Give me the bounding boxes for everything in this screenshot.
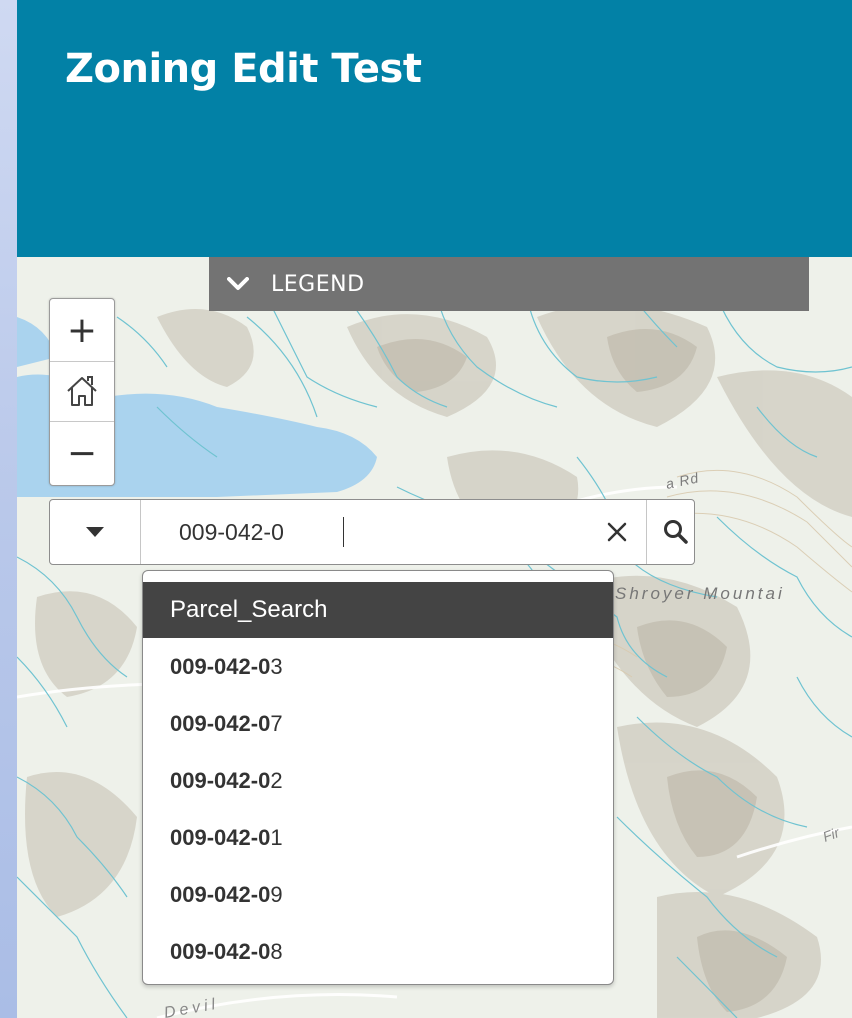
suggestion-rest-text: 8 bbox=[270, 938, 283, 964]
clear-search-button[interactable] bbox=[588, 500, 646, 564]
plus-icon: + bbox=[66, 309, 98, 351]
zoom-out-button[interactable]: − bbox=[50, 422, 114, 484]
home-icon bbox=[67, 376, 97, 406]
suggestion-item[interactable]: 009-042-0 9 bbox=[143, 866, 613, 923]
close-icon bbox=[607, 522, 627, 542]
suggestion-list: 009-042-0 3 009-042-0 7 009-042-0 2 009-042… bbox=[143, 638, 613, 980]
zoom-in-button[interactable]: + bbox=[50, 299, 114, 362]
app-header: Zoning Edit Test bbox=[17, 0, 852, 257]
suggestion-match-text: 009-042-0 bbox=[170, 824, 271, 850]
suggestion-rest-text: 1 bbox=[270, 824, 283, 850]
search-icon bbox=[664, 520, 688, 544]
suggestion-rest-text: 2 bbox=[270, 767, 283, 793]
source-dropdown-button[interactable] bbox=[50, 500, 141, 564]
zoom-controls: + − bbox=[49, 298, 115, 486]
suggestion-item[interactable]: 009-042-0 3 bbox=[143, 638, 613, 695]
suggestion-rest-text: 7 bbox=[270, 710, 283, 736]
text-cursor bbox=[343, 517, 344, 547]
search-widget bbox=[49, 499, 695, 565]
search-button[interactable] bbox=[646, 500, 705, 564]
map-label-mountain: Shroyer Mountai bbox=[615, 584, 785, 603]
suggestion-rest-text: 3 bbox=[270, 653, 283, 679]
legend-label: LEGEND bbox=[271, 271, 365, 297]
search-input[interactable] bbox=[141, 500, 581, 564]
chevron-down-icon bbox=[227, 277, 249, 290]
home-button[interactable] bbox=[50, 361, 114, 422]
suggestion-match-text: 009-042-0 bbox=[170, 767, 271, 793]
suggestion-item[interactable]: 009-042-0 2 bbox=[143, 752, 613, 809]
caret-down-icon bbox=[86, 527, 104, 537]
suggestion-match-text: 009-042-0 bbox=[170, 938, 271, 964]
legend-toggle[interactable]: LEGEND bbox=[209, 257, 809, 311]
minus-icon: − bbox=[66, 432, 98, 474]
app-title: Zoning Edit Test bbox=[65, 46, 422, 92]
app-frame: Zoning Edit Test a Rd Shroyer Mountai Fi… bbox=[17, 0, 852, 1018]
suggestion-group-header: Parcel_Search bbox=[143, 582, 613, 638]
suggestion-match-text: 009-042-0 bbox=[170, 710, 271, 736]
suggestions-menu: Parcel_Search 009-042-0 3 009-042-0 7 009-… bbox=[142, 570, 614, 985]
suggestion-match-text: 009-042-0 bbox=[170, 653, 271, 679]
suggestion-rest-text: 9 bbox=[270, 881, 283, 907]
suggestion-item[interactable]: 009-042-0 7 bbox=[143, 695, 613, 752]
suggestion-item[interactable]: 009-042-0 8 bbox=[143, 923, 613, 980]
suggestion-match-text: 009-042-0 bbox=[170, 881, 271, 907]
suggestion-item[interactable]: 009-042-0 1 bbox=[143, 809, 613, 866]
